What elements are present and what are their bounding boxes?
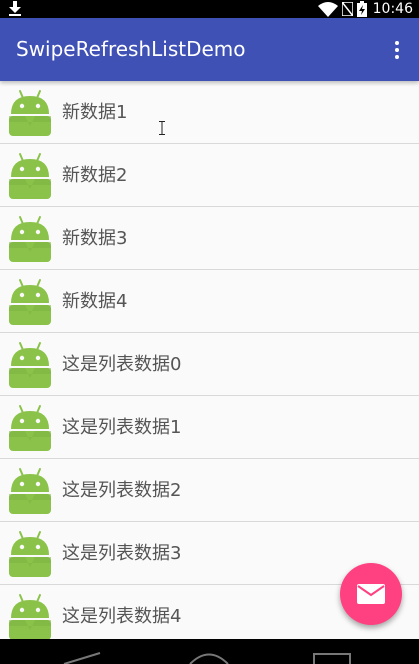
list-item-label: 新数据1 (62, 102, 128, 123)
battery-charging-icon (356, 1, 367, 17)
list-item-label: 这是列表数据2 (62, 480, 182, 501)
list-item-label: 新数据2 (62, 165, 128, 186)
clock: 10:46 (372, 1, 413, 17)
list-item[interactable]: 这是列表数据0 (0, 333, 419, 396)
list-item-label: 新数据4 (62, 291, 128, 312)
text-cursor-icon (159, 121, 165, 135)
list-item-label: 新数据3 (62, 228, 128, 249)
download-icon (9, 1, 21, 16)
home-icon[interactable] (188, 639, 230, 664)
status-bar: 10:46 (0, 0, 419, 18)
app-bar: SwipeRefreshListDemo (0, 18, 419, 81)
compose-fab[interactable] (340, 563, 402, 625)
navigation-bar (0, 639, 419, 664)
android-icon (9, 279, 51, 325)
list-item-label: 这是列表数据1 (62, 417, 182, 438)
android-icon (9, 594, 51, 639)
list-item[interactable]: 这是列表数据1 (0, 396, 419, 459)
more-vert-icon[interactable] (385, 32, 409, 68)
list-item[interactable]: 新数据1 (0, 81, 419, 144)
list-item[interactable]: 新数据3 (0, 207, 419, 270)
android-icon (9, 531, 51, 577)
android-icon (9, 468, 51, 514)
wifi-icon (317, 1, 338, 17)
back-icon[interactable] (62, 639, 102, 664)
list-item-label: 这是列表数据3 (62, 543, 182, 564)
android-icon (9, 153, 51, 199)
status-icons: 10:46 (317, 0, 413, 18)
list-item[interactable]: 这是列表数据2 (0, 459, 419, 522)
recents-icon[interactable] (312, 639, 352, 664)
list-item-label: 这是列表数据4 (62, 606, 182, 627)
android-icon (9, 90, 51, 136)
list-item[interactable]: 新数据2 (0, 144, 419, 207)
android-icon (9, 216, 51, 262)
refresh-list[interactable]: 新数据1 新数据2 新数据3 新数据4 这是列表数据0 这是列表数据1 这是列表… (0, 81, 419, 639)
no-sim-icon (341, 2, 353, 16)
list-item-label: 这是列表数据0 (62, 354, 182, 375)
android-icon (9, 342, 51, 388)
android-icon (9, 405, 51, 451)
list-item[interactable]: 新数据4 (0, 270, 419, 333)
app-title: SwipeRefreshListDemo (16, 37, 246, 61)
mail-icon (357, 584, 385, 604)
